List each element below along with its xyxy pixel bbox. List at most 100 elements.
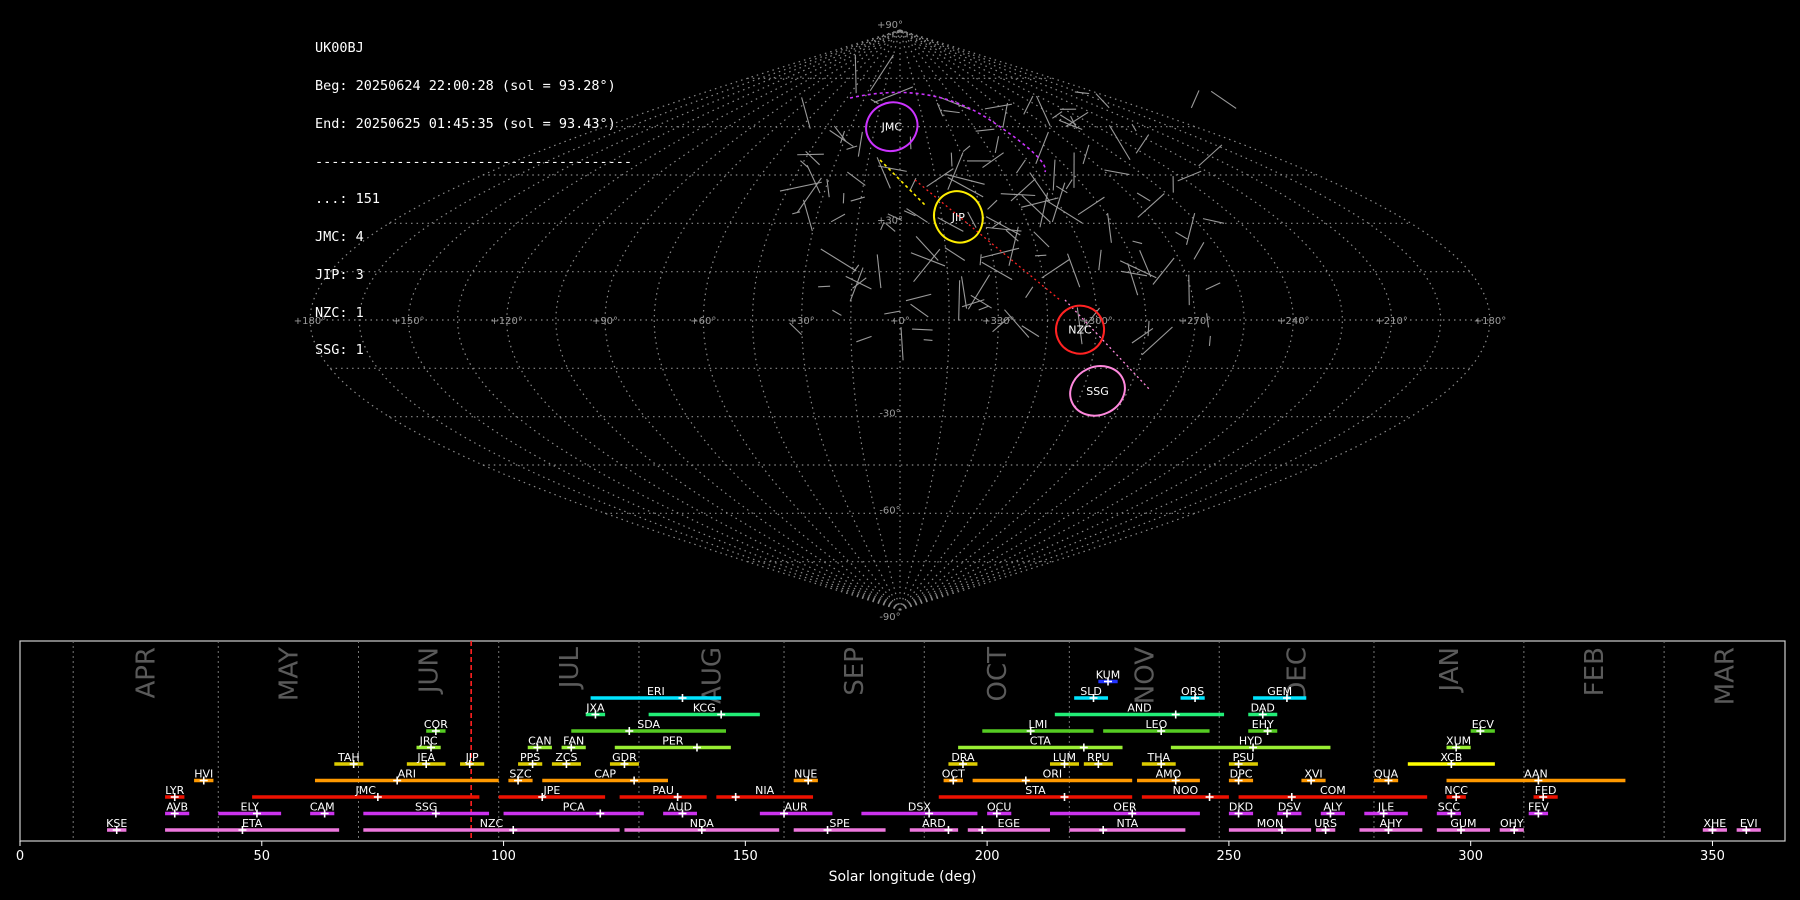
meteor-trail (820, 248, 857, 272)
longitude-label: +180° (294, 316, 326, 327)
shower-label: JEA (416, 751, 435, 764)
meteor-trail (1198, 144, 1223, 167)
shower-label: SLD (1080, 685, 1102, 698)
meteor-trail (986, 226, 1022, 232)
shower-label: CAM (310, 801, 335, 814)
shower-label: JRC (419, 735, 438, 748)
x-tick-label: 250 (1216, 849, 1241, 864)
meteor-trail (854, 54, 857, 94)
meteor-trail (1137, 193, 1165, 218)
shower-label: KCG (693, 702, 716, 715)
meteor-trail (1035, 254, 1047, 257)
radiant-label: NZC (1068, 324, 1092, 337)
meteor-trail (987, 199, 998, 210)
shower-label: ELY (241, 801, 260, 814)
shower-label: AND (1127, 702, 1151, 715)
meteor-trail (1147, 320, 1150, 337)
meteor-trail (915, 235, 939, 261)
meteor-trail (906, 208, 928, 223)
shower-label: XVI (1304, 768, 1322, 781)
meteor-trail (978, 305, 990, 311)
meteor-trail (1095, 93, 1110, 109)
meteor-trail (856, 335, 872, 343)
shower-label: OCT (942, 768, 965, 781)
meteor-trail (1065, 179, 1073, 190)
meridian-line (407, 29, 901, 611)
shower-label: PSU (1233, 751, 1255, 764)
meteor-trail (985, 216, 1021, 236)
meteor-trail (1010, 178, 1036, 202)
month-label: FEB (1580, 647, 1610, 696)
longitude-label: +210° (1375, 316, 1407, 327)
meteor-trail (1202, 218, 1225, 224)
meteor-trail (923, 339, 933, 341)
month-label: SEP (840, 647, 870, 696)
shower-label: RPU (1087, 751, 1109, 764)
shower-label: LYR (165, 784, 184, 797)
meteor-trail (967, 274, 991, 310)
shower-label: AVB (166, 801, 188, 814)
meteor-trail (800, 160, 809, 168)
meteor-trail (1002, 102, 1009, 128)
shower-label: XUM (1446, 735, 1471, 748)
shower-label: MON (1257, 817, 1283, 830)
meteor-trail (847, 171, 866, 186)
longitude-label: +90° (592, 316, 618, 327)
meteor-trail (1036, 95, 1051, 127)
shower-label: OER (1113, 801, 1137, 814)
shower-label: JPE (543, 784, 561, 797)
meteor-trail (1052, 159, 1056, 191)
sky-map: +180° +150° +120° +90° +60° +30° +0° +330° +300°… (294, 20, 1506, 623)
meteor-trail (962, 145, 971, 153)
meteor-trail (1185, 212, 1196, 245)
meteor-trail (805, 150, 820, 166)
meteor-trail (840, 130, 846, 144)
shower-label: URS (1314, 817, 1337, 830)
shower-label: DRA (951, 751, 975, 764)
latitude-label: -60° (879, 505, 900, 516)
meteor-trail (950, 152, 953, 167)
shower-label: PAU (652, 784, 674, 797)
meteor-trail (1107, 212, 1112, 243)
meteor-trail (910, 303, 929, 318)
meteor-trail (818, 285, 831, 288)
shower-label: SZC (509, 768, 532, 781)
meteor-trail (802, 199, 813, 232)
meteor-trail (1065, 111, 1089, 128)
meteor-trail (833, 125, 847, 142)
radiant-label: JIP (951, 211, 965, 224)
shower-label: DAD (1251, 702, 1275, 715)
meteor-trail (981, 261, 1013, 281)
meteor-trail (958, 280, 961, 321)
meteor-trail (1025, 286, 1034, 298)
month-label: MAY (274, 647, 304, 701)
shower-label: PCA (563, 801, 585, 814)
month-label: JUL (555, 646, 585, 690)
shower-label: AMO (1156, 768, 1182, 781)
month-label: JUN (415, 647, 445, 695)
shower-label: ARD (922, 817, 946, 830)
shower-label: DKD (1229, 801, 1253, 814)
meteor-trail (943, 110, 960, 114)
meteor-trail (1131, 123, 1137, 132)
shower-label: STA (1025, 784, 1046, 797)
x-tick-label: 200 (975, 849, 1000, 864)
shower-label: EHY (1252, 718, 1274, 731)
meteor-trail (1108, 125, 1131, 161)
shower-label: SCC (1438, 801, 1461, 814)
shower-label: QUA (1374, 768, 1399, 781)
shower-label: HYD (1239, 735, 1262, 748)
shower-label: JLE (1377, 801, 1394, 814)
shower-label: DPC (1230, 768, 1253, 781)
shower-label: SDA (637, 718, 660, 731)
shower-label: OHY (1500, 817, 1524, 830)
timeline-frame (19, 640, 1786, 842)
shower-label: NDA (690, 817, 715, 830)
meteor-trail (1135, 134, 1150, 154)
meteor-trail (979, 254, 982, 266)
meteor-trail (1021, 197, 1059, 208)
jmc-trail (849, 91, 1047, 173)
meteor-trails (779, 54, 1237, 361)
shower-label: NZC (480, 817, 504, 830)
latitude-label: +30° (877, 215, 903, 226)
